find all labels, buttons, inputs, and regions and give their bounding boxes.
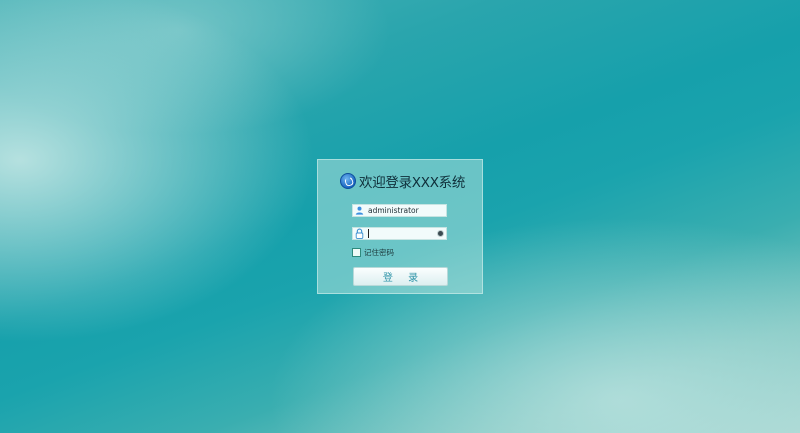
login-page: 欢迎登录XXX系统 记住密码 [0,0,800,433]
login-button[interactable]: 登 录 [353,267,448,286]
username-field[interactable] [352,204,447,217]
password-field[interactable] [352,227,447,240]
lock-icon [354,228,365,239]
system-logo-icon [340,173,356,189]
username-input[interactable] [368,205,438,216]
user-icon [354,205,365,216]
title-row: 欢迎登录XXX系统 [340,171,465,191]
remember-checkbox[interactable] [352,248,361,257]
password-input[interactable] [369,228,429,239]
login-title: 欢迎登录XXX系统 [359,175,466,191]
login-panel: 欢迎登录XXX系统 记住密码 [317,159,483,294]
eye-icon[interactable] [438,231,443,236]
remember-label[interactable]: 记住密码 [364,247,394,258]
remember-row[interactable]: 记住密码 [352,247,394,258]
